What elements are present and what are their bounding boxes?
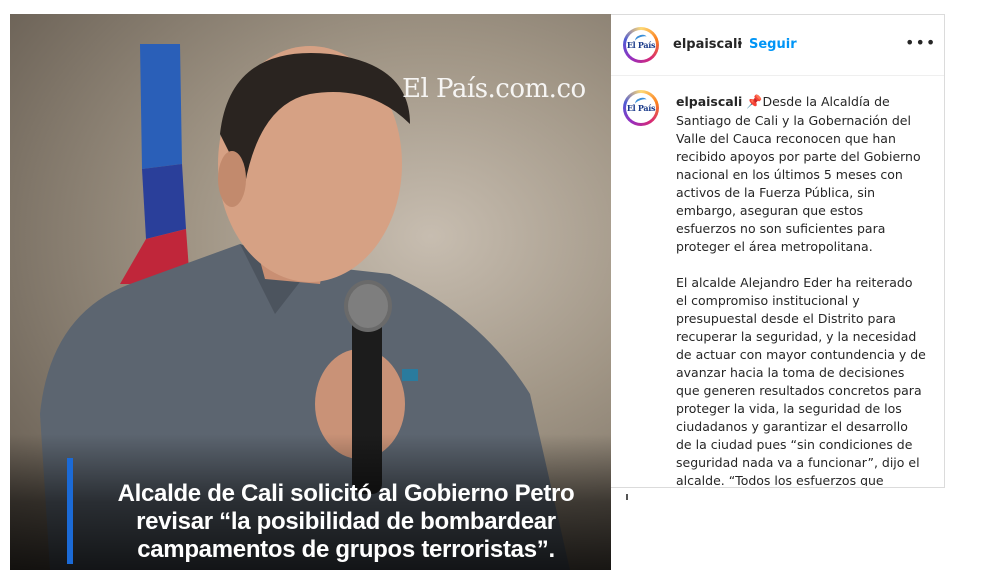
post-side-panel: El País elpaiscali • Seguir ••• El País … xyxy=(611,14,945,488)
caption-paragraph-2: El alcalde Alejandro Eder ha reiterado e… xyxy=(676,275,926,486)
headline-line: Alcalde de Cali solicitó al Gobierno Pet… xyxy=(117,480,575,507)
more-options-button[interactable]: ••• xyxy=(905,33,936,52)
tick-mark xyxy=(626,494,628,500)
username-link[interactable]: elpaiscali xyxy=(673,37,742,52)
caption-paragraph: elpaiscali 📌Desde la Alcaldía de Santiag… xyxy=(676,93,926,256)
headline-line: campamentos de grupos terroristas”. xyxy=(137,536,555,563)
follow-button[interactable]: Seguir xyxy=(749,37,797,52)
caption-paragraph-1: Desde la Alcaldía de Santiago de Cali y … xyxy=(676,94,921,254)
caption-area[interactable]: El País elpaiscali 📌Desde la Alcaldía de… xyxy=(611,76,944,486)
post-image[interactable]: El País.com.co Alcalde de Cali solicitó … xyxy=(10,14,611,570)
caption-text: elpaiscali 📌Desde la Alcaldía de Santiag… xyxy=(676,93,926,486)
headline: Alcalde de Cali solicitó al Gobierno Pet… xyxy=(86,480,606,564)
headline-line: revisar “la posibilidad de bombardear xyxy=(136,508,556,535)
post-header: El País elpaiscali • Seguir ••• xyxy=(611,15,944,76)
profile-avatar[interactable]: El País xyxy=(623,27,659,63)
watermark-logo: El País.com.co xyxy=(402,74,586,104)
separator-dot: • xyxy=(736,37,744,52)
pushpin-icon: 📌 xyxy=(746,95,763,110)
headline-accent-bar xyxy=(67,458,73,564)
caption-avatar[interactable]: El País xyxy=(623,90,659,126)
caption-username-link[interactable]: elpaiscali xyxy=(676,94,742,109)
